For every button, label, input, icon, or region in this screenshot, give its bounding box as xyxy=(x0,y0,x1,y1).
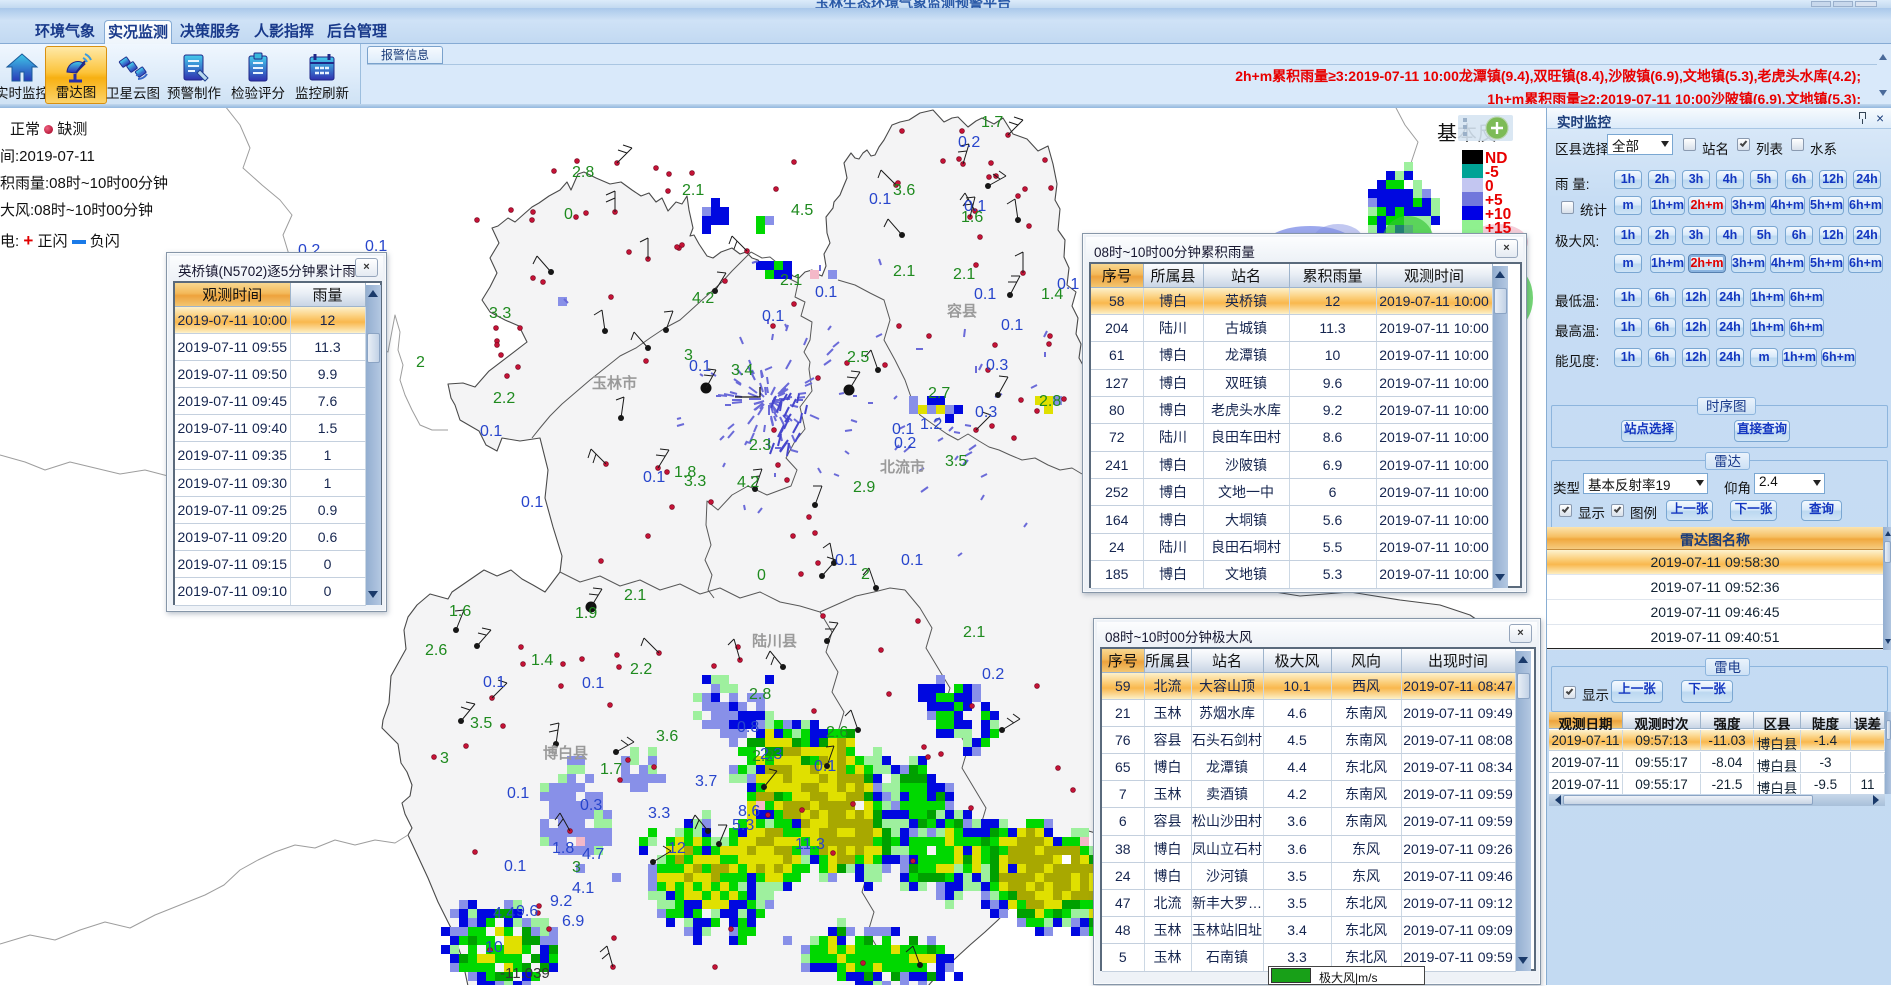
svg-text:0.1: 0.1 xyxy=(974,286,996,303)
svg-text:0.1: 0.1 xyxy=(964,198,986,215)
svg-text:3.5: 3.5 xyxy=(945,453,967,470)
svg-text:2.8: 2.8 xyxy=(572,164,594,181)
svg-text:0.1: 0.1 xyxy=(762,308,784,325)
svg-text:0.1: 0.1 xyxy=(582,675,604,692)
svg-text:1.7: 1.7 xyxy=(600,761,622,778)
svg-text:玉林市: 玉林市 xyxy=(592,374,637,392)
svg-text:0.1: 0.1 xyxy=(901,552,923,569)
svg-text:北流市: 北流市 xyxy=(880,458,925,476)
svg-text:2.1: 2.1 xyxy=(893,263,915,280)
svg-text:2.8: 2.8 xyxy=(1039,393,1061,410)
svg-text:2.1: 2.1 xyxy=(953,266,975,283)
svg-text:0.1: 0.1 xyxy=(689,358,711,375)
svg-text:2.3: 2.3 xyxy=(760,746,782,763)
svg-text:9.2: 9.2 xyxy=(550,893,572,910)
svg-text:0.1: 0.1 xyxy=(480,423,502,440)
svg-text:2: 2 xyxy=(861,566,870,583)
svg-text:1.2: 1.2 xyxy=(920,416,942,433)
svg-text:3.5: 3.5 xyxy=(470,715,492,732)
svg-text:0.8: 0.8 xyxy=(737,719,759,736)
svg-text:3.4: 3.4 xyxy=(731,362,753,379)
svg-text:1.8: 1.8 xyxy=(674,464,696,481)
svg-text:容县: 容县 xyxy=(946,302,977,320)
svg-text:3.6: 3.6 xyxy=(656,728,678,745)
svg-text:0.1: 0.1 xyxy=(1057,276,1079,293)
svg-text:2.7: 2.7 xyxy=(928,385,950,402)
svg-text:0: 0 xyxy=(757,567,766,584)
svg-text:3.3: 3.3 xyxy=(648,805,670,822)
svg-text:0.1: 0.1 xyxy=(815,284,837,301)
svg-text:0.2: 0.2 xyxy=(894,435,916,452)
svg-text:3.7: 3.7 xyxy=(695,773,717,790)
svg-text:2: 2 xyxy=(416,354,425,371)
svg-text:陆川县: 陆川县 xyxy=(752,633,797,650)
svg-text:6.9: 6.9 xyxy=(562,913,584,930)
svg-text:2.1: 2.1 xyxy=(963,624,985,641)
svg-text:0.1: 0.1 xyxy=(1001,317,1023,334)
svg-text:3: 3 xyxy=(572,859,581,876)
svg-text:3.3: 3.3 xyxy=(489,305,511,322)
svg-text:2.1: 2.1 xyxy=(624,587,646,604)
svg-text:0.2: 0.2 xyxy=(958,134,980,151)
svg-text:4.2: 4.2 xyxy=(692,290,714,307)
svg-text:2.2: 2.2 xyxy=(493,390,515,407)
svg-text:1.9: 1.9 xyxy=(575,605,597,622)
svg-text:1.7: 1.7 xyxy=(981,114,1003,131)
svg-text:-11.039: -11.039 xyxy=(500,965,550,982)
svg-text:0.1: 0.1 xyxy=(814,758,836,775)
svg-text:1.6: 1.6 xyxy=(449,603,471,620)
svg-text:2.6: 2.6 xyxy=(425,642,447,659)
svg-text:0.1: 0.1 xyxy=(643,469,665,486)
svg-text:11.3: 11.3 xyxy=(795,836,825,853)
svg-text:2.2: 2.2 xyxy=(630,661,652,678)
svg-text:2.5: 2.5 xyxy=(847,349,869,366)
svg-text:2.9: 2.9 xyxy=(853,479,875,496)
svg-text:0.1: 0.1 xyxy=(869,191,891,208)
svg-text:2.3: 2.3 xyxy=(749,437,771,454)
svg-text:2.1: 2.1 xyxy=(682,182,704,199)
svg-text:12: 12 xyxy=(668,840,686,857)
svg-text:10: 10 xyxy=(485,939,503,956)
svg-text:5.3: 5.3 xyxy=(732,817,754,834)
svg-text:2.6: 2.6 xyxy=(826,724,848,741)
svg-text:4.2: 4.2 xyxy=(737,474,759,491)
svg-text:4.1: 4.1 xyxy=(572,880,594,897)
svg-text:0: 0 xyxy=(564,206,573,223)
svg-text:0.1: 0.1 xyxy=(521,494,543,511)
svg-text:2.8: 2.8 xyxy=(749,686,771,703)
svg-text:0.3: 0.3 xyxy=(975,404,997,421)
svg-text:0.3: 0.3 xyxy=(580,797,602,814)
svg-text:4.4: 4.4 xyxy=(493,905,515,922)
svg-text:0.1: 0.1 xyxy=(835,552,857,569)
svg-text:1.4: 1.4 xyxy=(531,652,553,669)
svg-text:4.5: 4.5 xyxy=(791,202,813,219)
svg-text:1.8: 1.8 xyxy=(552,840,574,857)
svg-text:3.6: 3.6 xyxy=(893,182,915,199)
svg-text:0.1: 0.1 xyxy=(483,674,505,691)
svg-text:0.3: 0.3 xyxy=(986,357,1008,374)
svg-text:博白县: 博白县 xyxy=(543,744,588,762)
svg-text:0.1: 0.1 xyxy=(504,858,526,875)
svg-text:2.1: 2.1 xyxy=(780,272,802,289)
svg-text:0.1: 0.1 xyxy=(507,785,529,802)
svg-text:0.2: 0.2 xyxy=(982,666,1004,683)
svg-text:3: 3 xyxy=(440,750,449,767)
svg-text:9.6: 9.6 xyxy=(516,903,538,920)
svg-text:4.7: 4.7 xyxy=(582,846,604,863)
